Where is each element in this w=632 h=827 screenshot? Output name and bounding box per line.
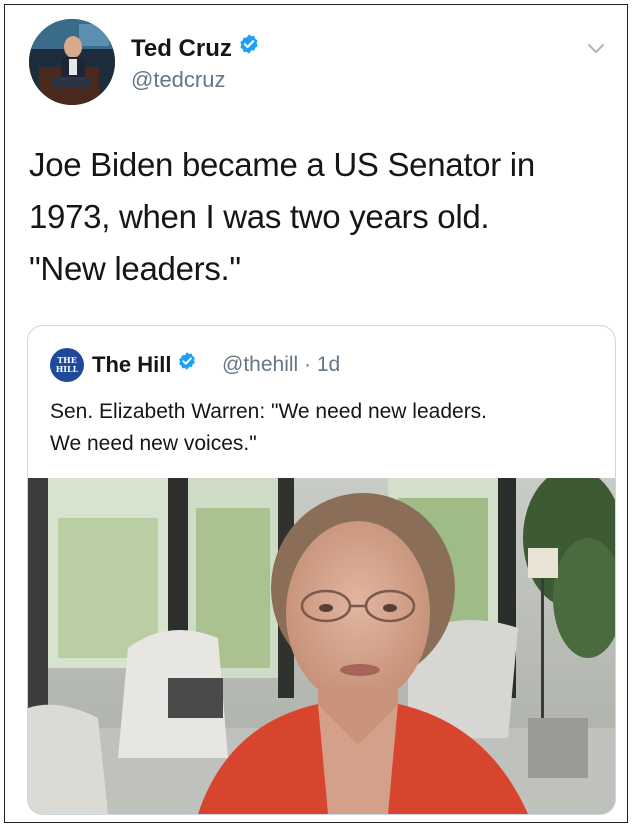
the-hill-logo-text: THE HILL — [55, 355, 79, 374]
author-name-text: Ted Cruz — [131, 35, 232, 62]
author-handle[interactable]: @tedcruz — [131, 67, 225, 93]
quoted-text-line: Sen. Elizabeth Warren: "We need new lead… — [50, 400, 488, 423]
quoted-author-meta: @thehill · 1d — [222, 353, 340, 377]
quoted-tweet-text: Sen. Elizabeth Warren: "We need new lead… — [50, 396, 610, 460]
quoted-author-name[interactable]: The Hill — [92, 352, 197, 379]
quoted-text-line: We need new voices." — [50, 432, 257, 455]
meta-separator: · — [304, 353, 312, 376]
verified-badge-icon — [238, 33, 260, 62]
quoted-author-handle[interactable]: @thehill — [222, 353, 298, 376]
tweet-text-line: Joe Biden became a US Senator in — [29, 146, 535, 183]
tweet-text-line: 1973, when I was two years old. — [29, 198, 490, 235]
video-thumbnail[interactable] — [28, 478, 615, 814]
author-avatar[interactable] — [29, 19, 115, 105]
tweet-text: Joe Biden became a US Senator in 1973, w… — [29, 139, 609, 295]
tweet-card[interactable]: Ted Cruz @tedcruz Joe Biden became a US … — [4, 4, 628, 823]
quoted-timestamp[interactable]: 1d — [317, 353, 340, 376]
tweet-text-line: "New leaders." — [29, 250, 241, 287]
quoted-tweet[interactable]: THE HILL The Hill @thehill · 1d Sen. Eli… — [27, 325, 616, 815]
the-hill-logo: THE HILL — [50, 348, 84, 382]
avatar-photo — [29, 19, 115, 105]
verified-badge-icon — [177, 351, 197, 377]
chevron-down-icon[interactable] — [585, 37, 607, 59]
quoted-author-name-text: The Hill — [92, 352, 172, 377]
author-name[interactable]: Ted Cruz — [131, 33, 260, 64]
video-frame-image — [28, 478, 615, 814]
